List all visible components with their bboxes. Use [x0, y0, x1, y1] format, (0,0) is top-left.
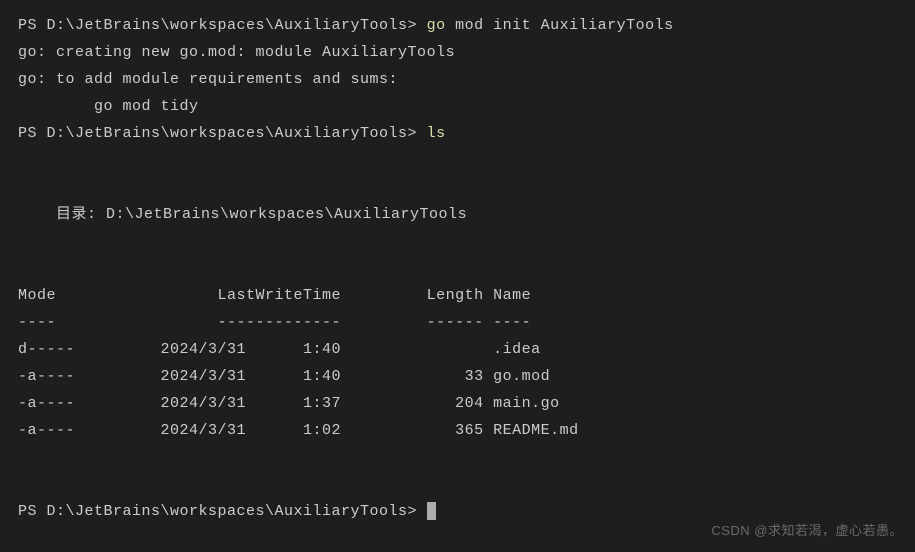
- directory-header: 目录: D:\JetBrains\workspaces\AuxiliaryToo…: [18, 201, 897, 228]
- command-line-1: PS D:\JetBrains\workspaces\AuxiliaryTool…: [18, 12, 897, 39]
- table-row: -a---- 2024/3/31 1:37 204 main.go: [18, 390, 897, 417]
- watermark-text: CSDN @求知若渴，虚心若愚。: [711, 519, 903, 542]
- terminal[interactable]: PS D:\JetBrains\workspaces\AuxiliaryTool…: [18, 12, 897, 525]
- table-row: d----- 2024/3/31 1:40 .idea: [18, 336, 897, 363]
- ps-prompt: PS D:\JetBrains\workspaces\AuxiliaryTool…: [18, 17, 427, 34]
- ps-prompt: PS D:\JetBrains\workspaces\AuxiliaryTool…: [18, 125, 427, 142]
- table-row: -a---- 2024/3/31 1:02 365 README.md: [18, 417, 897, 444]
- table-row: -a---- 2024/3/31 1:40 33 go.mod: [18, 363, 897, 390]
- go-command: go: [427, 17, 446, 34]
- cursor: [427, 502, 436, 520]
- ls-command: ls: [427, 125, 446, 142]
- table-divider: ---- ------------- ------ ----: [18, 309, 897, 336]
- command-line-2: PS D:\JetBrains\workspaces\AuxiliaryTool…: [18, 120, 897, 147]
- ps-prompt: PS D:\JetBrains\workspaces\AuxiliaryTool…: [18, 503, 427, 520]
- command-args: mod init AuxiliaryTools: [446, 17, 674, 34]
- blank-line: [18, 471, 897, 498]
- output-line: go: creating new go.mod: module Auxiliar…: [18, 39, 897, 66]
- output-line: go mod tidy: [18, 93, 897, 120]
- blank-line: [18, 255, 897, 282]
- blank-line: [18, 174, 897, 201]
- output-line: go: to add module requirements and sums:: [18, 66, 897, 93]
- table-header: Mode LastWriteTime Length Name: [18, 282, 897, 309]
- blank-line: [18, 147, 897, 174]
- blank-line: [18, 444, 897, 471]
- blank-line: [18, 228, 897, 255]
